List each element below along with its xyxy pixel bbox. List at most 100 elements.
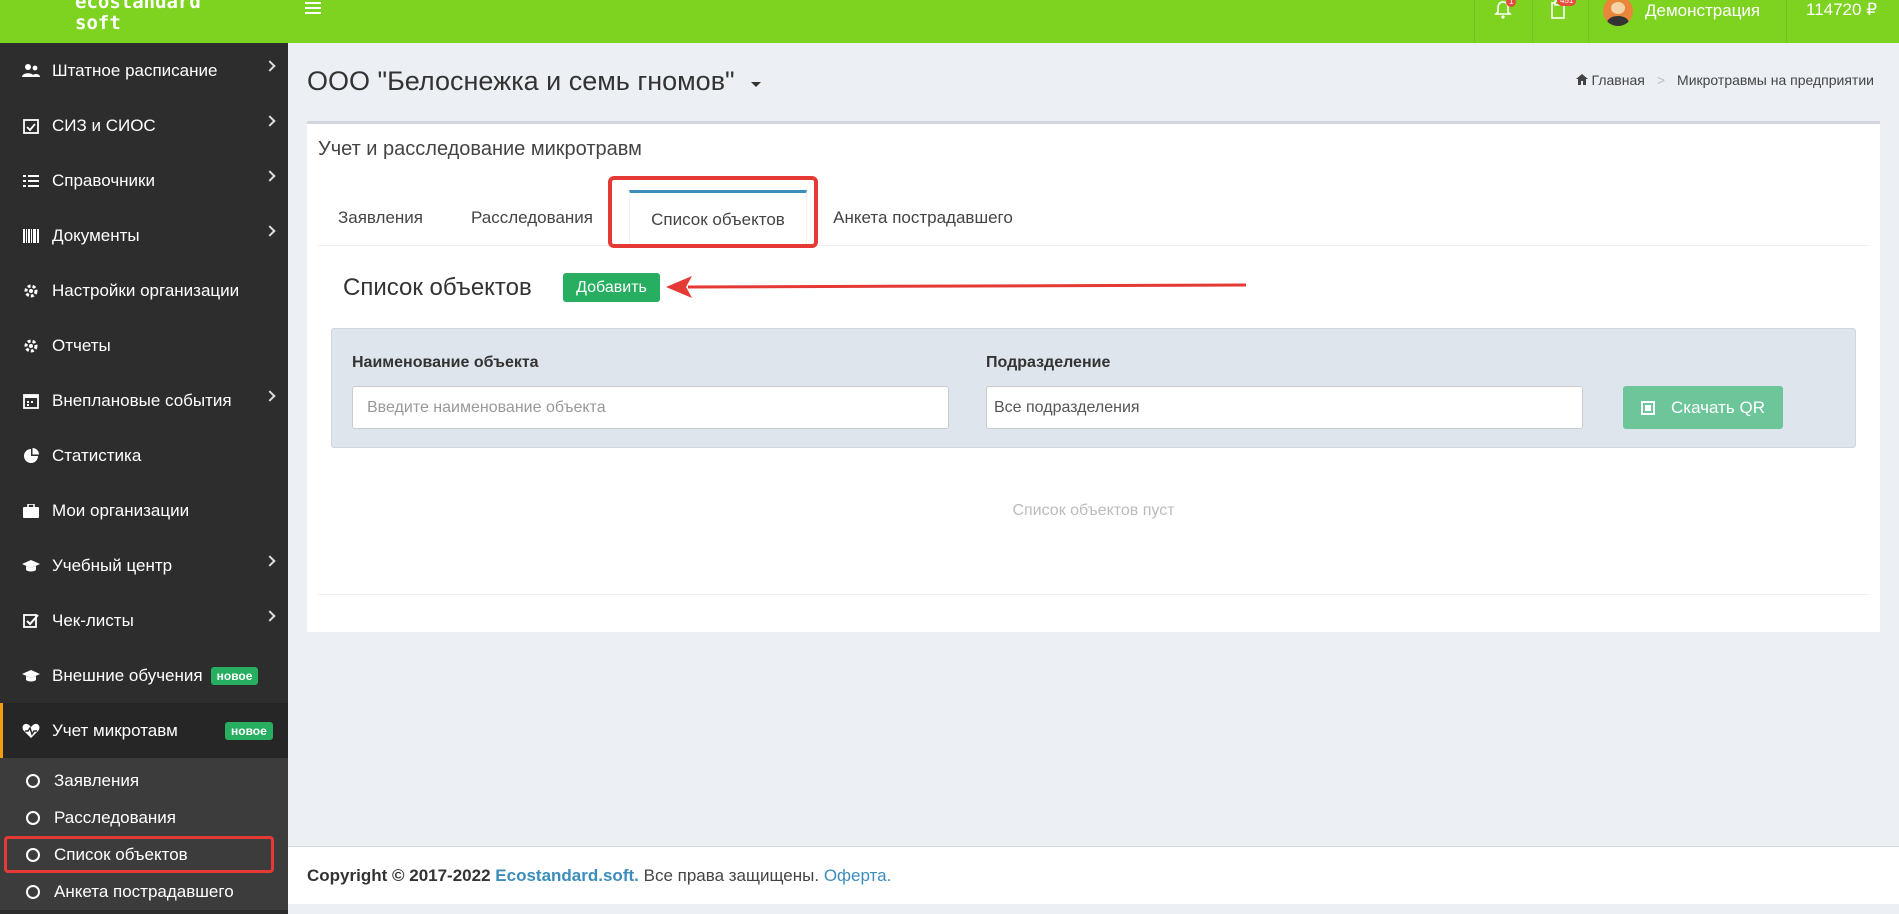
tab-statements[interactable]: Заявления	[318, 190, 443, 246]
divider	[1474, 0, 1475, 43]
chevron-right-icon	[264, 610, 276, 622]
breadcrumb-current: Микротравмы на предприятии	[1677, 72, 1874, 88]
sidebar-item-label: Чек-листы	[52, 610, 134, 630]
breadcrumb-home-label: Главная	[1591, 72, 1645, 88]
submenu-item-label: Расследования	[54, 807, 176, 827]
tasks-badge: 451	[1557, 0, 1577, 6]
submenu-item-investigations[interactable]: Расследования	[0, 799, 288, 836]
sidebar-item-checklists[interactable]: Чек-листы	[0, 593, 288, 648]
pie-chart-icon	[22, 447, 40, 465]
download-qr-button[interactable]: Скачать QR	[1623, 386, 1783, 429]
gear-icon	[22, 337, 40, 355]
tab-investigations[interactable]: Расследования	[443, 190, 621, 246]
submenu-item-objects-list[interactable]: Список объектов	[4, 836, 274, 873]
divider	[1532, 0, 1533, 43]
organization-selector[interactable]: ООО "Белоснежка и семь гномов"	[307, 66, 761, 97]
sidebar-item-microtrauma[interactable]: Учет микротавм новое	[0, 703, 288, 758]
sidebar-item-label: Учебный центр	[52, 555, 173, 575]
sidebar: Штатное расписание СИЗ и СИОС Справочник…	[0, 43, 288, 914]
caret-down-icon[interactable]	[750, 82, 761, 87]
gear-icon	[22, 282, 40, 300]
breadcrumb-home[interactable]: Главная	[1575, 72, 1645, 88]
sidebar-item-label: Отчеты	[52, 335, 111, 355]
graduation-cap-icon	[22, 667, 40, 685]
footer-rights: Все права защищены.	[643, 865, 820, 885]
red-arrow-annotation	[666, 276, 1247, 298]
heartbeat-icon	[22, 722, 40, 740]
users-icon	[22, 62, 40, 80]
sidebar-item-documents[interactable]: Документы	[0, 208, 288, 263]
sidebar-item-statistics[interactable]: Статистика	[0, 428, 288, 483]
filter-panel: Наименование объекта Подразделение Скача…	[331, 328, 1856, 448]
avatar	[1603, 0, 1633, 26]
sidebar-item-training-center[interactable]: Учебный центр	[0, 538, 288, 593]
brand-line2: soft	[75, 12, 121, 34]
object-name-input[interactable]	[352, 386, 949, 429]
sidebar-item-unplanned-events[interactable]: Внеплановые события	[0, 373, 288, 428]
divider	[1588, 0, 1589, 43]
microtrauma-submenu: Заявления Расследования Список объектов …	[0, 758, 288, 910]
department-label: Подразделение	[986, 354, 1111, 371]
graduation-cap-icon	[22, 557, 40, 575]
box-title: Учет и расследование микротравм	[318, 138, 642, 160]
footer-offer-link[interactable]: Оферта.	[824, 866, 892, 886]
briefcase-icon	[22, 502, 40, 520]
sidebar-item-external-training[interactable]: Внешние обучения новое	[0, 648, 288, 703]
divider	[1786, 0, 1787, 43]
footer-brand-link[interactable]: Ecostandard.soft.	[495, 866, 639, 886]
sidebar-item-staffing[interactable]: Штатное расписание	[0, 43, 288, 98]
sidebar-item-label: Внеплановые события	[52, 390, 232, 410]
department-select[interactable]	[986, 386, 1583, 429]
submenu-item-label: Список объектов	[54, 844, 188, 864]
sidebar-item-org-settings[interactable]: Настройки организации	[0, 263, 288, 318]
chevron-right-icon	[264, 390, 276, 402]
submenu-item-victim-form[interactable]: Анкета пострадавшего	[0, 873, 288, 910]
top-navbar: ecostandard soft 1 451 Демонстрация 1147…	[0, 0, 1899, 43]
chevron-right-icon	[264, 170, 276, 182]
page-title: ООО "Белоснежка и семь гномов"	[307, 66, 735, 96]
sidebar-item-my-orgs[interactable]: Мои организации	[0, 483, 288, 538]
clipboard-icon[interactable]: 451	[1549, 0, 1577, 24]
object-name-label: Наименование объекта	[352, 354, 539, 371]
sidebar-item-label: Настройки организации	[52, 280, 240, 300]
bell-icon[interactable]: 1	[1494, 0, 1517, 24]
submenu-item-label: Анкета пострадавшего	[54, 881, 234, 901]
add-button[interactable]: Добавить	[563, 273, 660, 302]
list-icon	[22, 172, 40, 190]
qrcode-icon	[1641, 400, 1655, 415]
footer: Copyright © 2017-2022 Ecostandard.soft. …	[288, 846, 1899, 904]
chevron-right-icon	[264, 555, 276, 567]
section-title: Список объектов	[343, 274, 532, 301]
brand-logo[interactable]: ecostandard soft	[75, 0, 255, 34]
calendar-icon	[22, 392, 40, 410]
sidebar-item-reports[interactable]: Отчеты	[0, 318, 288, 373]
submenu-item-statements[interactable]: Заявления	[0, 762, 288, 799]
breadcrumb: Главная > Микротравмы на предприятии	[1575, 72, 1874, 88]
main-box: Учет и расследование микротравм Заявлени…	[307, 121, 1880, 632]
circle-icon	[26, 810, 40, 825]
sidebar-item-label: Мои организации	[52, 500, 190, 520]
sidebar-item-label: Внешние обучения	[52, 665, 203, 685]
download-qr-label: Скачать QR	[1671, 397, 1765, 417]
tabs-bar: Заявления Расследования Список объектов …	[318, 190, 1870, 246]
account-balance[interactable]: 114720 ₽	[1806, 0, 1877, 20]
circle-icon	[26, 884, 40, 899]
tab-victim-form[interactable]: Анкета пострадавшего	[807, 190, 1039, 246]
divider	[318, 594, 1870, 595]
home-icon	[1575, 74, 1588, 85]
sidebar-item-label: Статистика	[52, 445, 142, 465]
sidebar-item-label: Учет микротавм	[52, 720, 178, 740]
sidebar-item-ppe[interactable]: СИЗ и СИОС	[0, 98, 288, 153]
circle-icon	[26, 773, 40, 788]
sidebar-item-references[interactable]: Справочники	[0, 153, 288, 208]
user-name: Демонстрация	[1645, 1, 1761, 20]
footer-copyright: Copyright © 2017-2022	[307, 865, 491, 885]
chevron-right-icon	[264, 60, 276, 72]
sidebar-item-label: СИЗ и СИОС	[52, 115, 156, 135]
menu-toggle-icon[interactable]	[305, 2, 321, 16]
user-menu[interactable]: Демонстрация	[1603, 0, 1760, 30]
chevron-right-icon	[264, 115, 276, 127]
new-badge: новое	[225, 721, 273, 740]
barcode-icon	[22, 227, 40, 245]
calendar-check-icon	[22, 117, 40, 135]
